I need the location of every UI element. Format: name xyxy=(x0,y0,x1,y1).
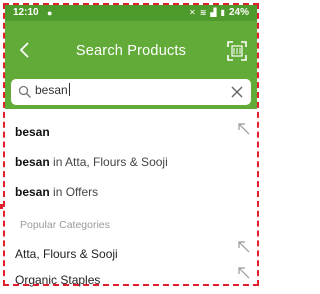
search-input-value: besan xyxy=(35,83,68,97)
annotation-marker xyxy=(0,204,3,209)
search-icon xyxy=(18,85,31,98)
search-input[interactable]: besan xyxy=(35,83,215,101)
fill-query-arrow-icon[interactable] xyxy=(237,122,251,136)
status-time: 12:10 xyxy=(13,7,39,18)
chat-bubble-icon: ● xyxy=(47,8,53,18)
battery-icon: ▮ xyxy=(220,8,225,17)
suggestion-text: besan in Offers xyxy=(15,185,99,199)
barcode-scanner-icon xyxy=(227,41,247,61)
text-cursor xyxy=(68,83,70,96)
search-bar: besan xyxy=(11,79,251,105)
silent-icon: ✕ xyxy=(189,8,196,17)
suggestion-item[interactable]: besan in Atta, Flours & Sooji xyxy=(5,148,257,176)
battery-percent: 24% xyxy=(228,7,249,18)
category-item[interactable]: Atta, Flours & Sooji xyxy=(5,240,257,268)
fill-query-arrow-icon[interactable] xyxy=(237,240,251,254)
app-bar: Search Products xyxy=(5,21,257,79)
clear-icon[interactable] xyxy=(230,85,244,99)
category-label: Organic Staples xyxy=(15,273,101,287)
signal-icon: ▟ xyxy=(210,8,217,17)
section-heading: Popular Categories xyxy=(20,219,110,231)
search-bar-container: besan xyxy=(5,79,257,109)
page-title: Search Products xyxy=(75,43,187,59)
fill-query-arrow-icon[interactable] xyxy=(237,266,251,280)
suggestion-text: besan xyxy=(15,125,50,139)
status-indicators: ✕ ≋ ▟ ▮ 24% xyxy=(189,7,249,18)
suggestion-item[interactable]: besan xyxy=(5,118,257,146)
wifi-icon: ≋ xyxy=(199,8,207,17)
barcode-scanner-button[interactable] xyxy=(227,41,247,61)
suggestion-item[interactable]: besan in Offers xyxy=(5,178,257,206)
suggestion-text: besan in Atta, Flours & Sooji xyxy=(15,155,168,169)
category-label: Atta, Flours & Sooji xyxy=(15,247,118,261)
status-bar: 12:10 ● ✕ ≋ ▟ ▮ 24% xyxy=(5,5,257,21)
